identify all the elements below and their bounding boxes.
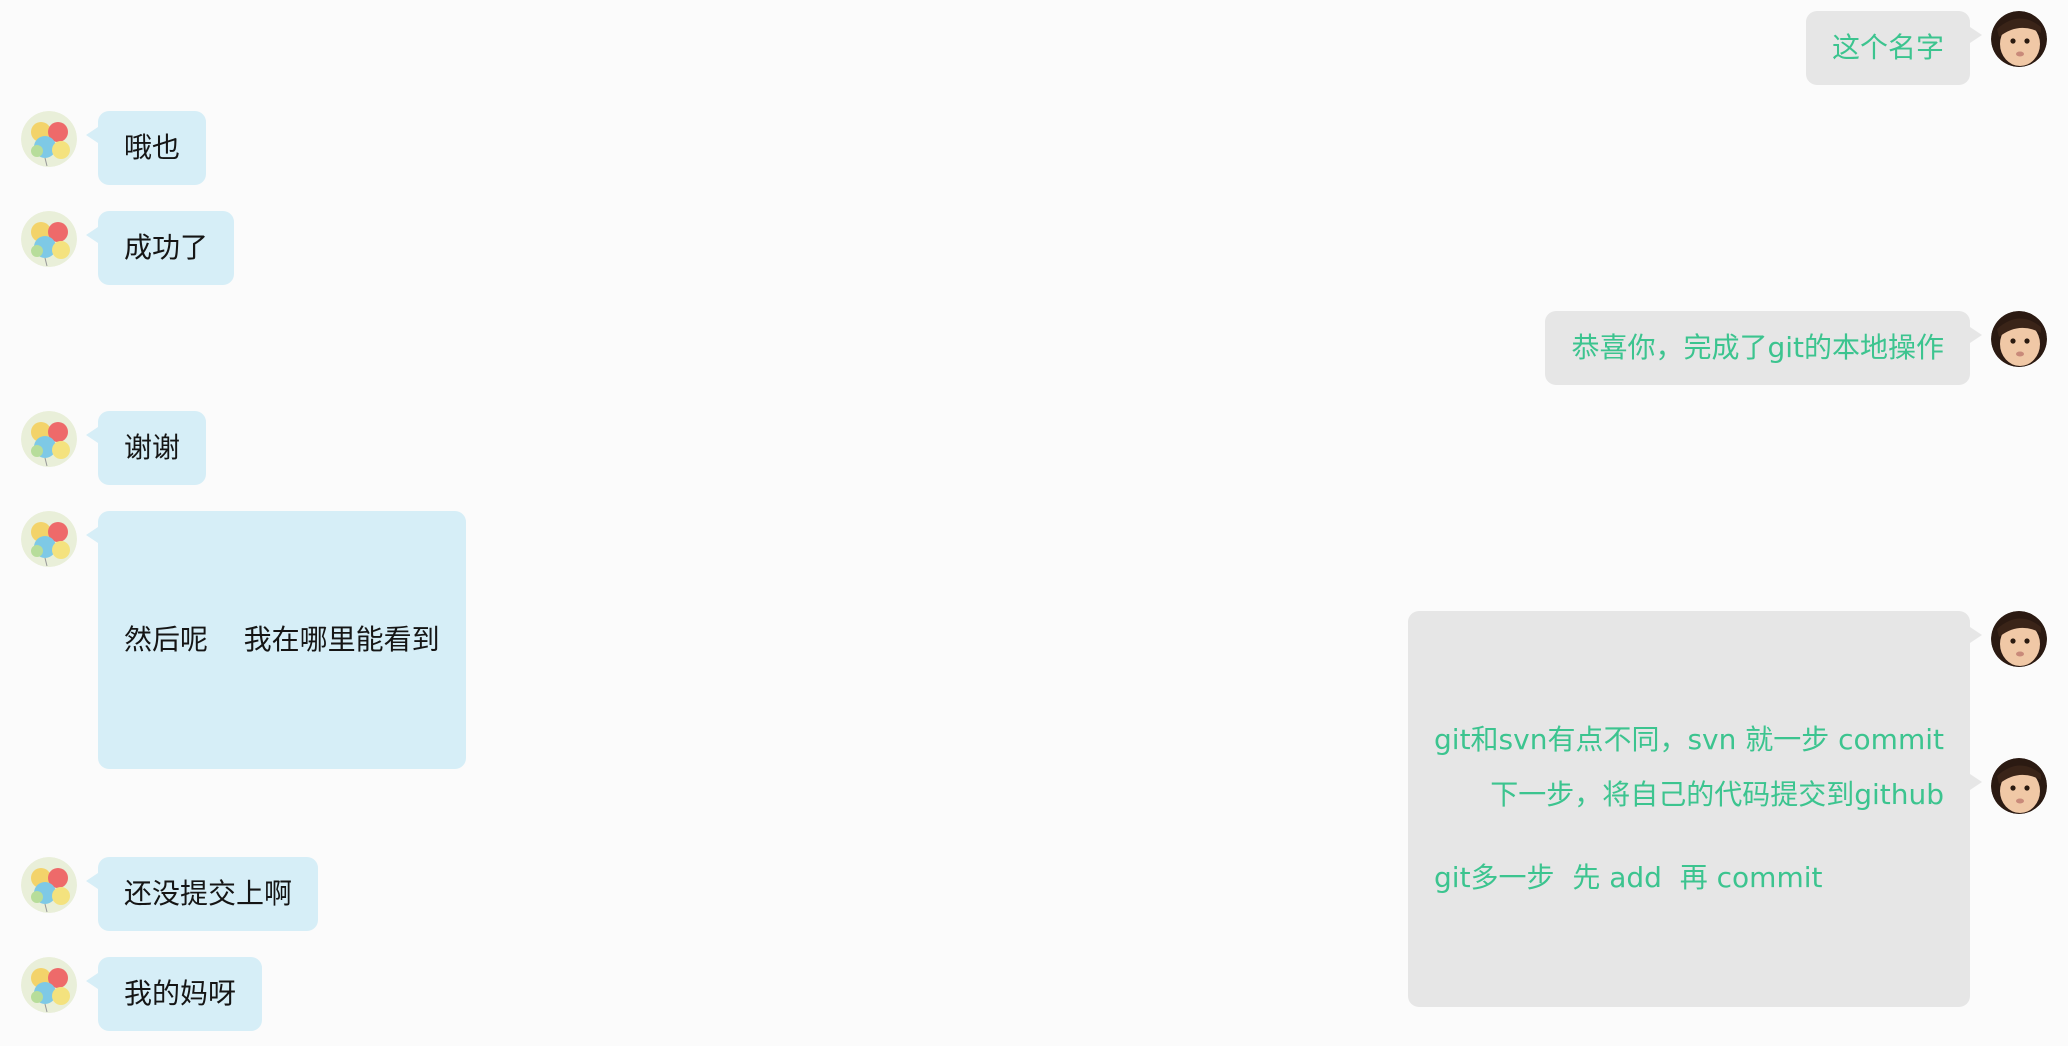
balloons-avatar-icon[interactable] — [21, 957, 77, 1013]
message-text: 下一步，将自己的代码提交到github — [1490, 778, 1944, 811]
message-bubble[interactable]: 哦也 — [85, 111, 207, 185]
message-text: 谢谢 — [124, 431, 181, 464]
message-text: 我的妈呀 — [124, 977, 237, 1010]
baby-face-avatar-icon[interactable] — [1991, 311, 2047, 367]
baby-face-avatar-icon[interactable] — [1991, 11, 2047, 67]
message-bubble[interactable]: 我的妈呀 — [85, 957, 263, 1031]
message-bubble[interactable]: 然后呢 我在哪里能看到 — [86, 511, 466, 769]
message-bubble[interactable]: 下一步，将自己的代码提交到github — [1464, 758, 1982, 832]
baby-face-avatar-icon[interactable] — [1991, 758, 2047, 814]
message-text: 哦也 — [124, 131, 181, 164]
balloons-avatar-icon[interactable] — [21, 111, 77, 167]
baby-face-avatar-icon[interactable] — [1991, 611, 2047, 667]
balloons-avatar-icon[interactable] — [21, 211, 77, 267]
balloons-avatar-icon[interactable] — [21, 857, 77, 913]
message-text: 然后呢 我在哪里能看到 — [124, 623, 440, 656]
message-text: 成功了 — [124, 231, 209, 264]
message-text-line-2: git多一步 先 add 再 commit — [1434, 861, 1823, 894]
balloons-avatar-icon[interactable] — [21, 511, 77, 567]
message-bubble[interactable]: 还没提交上啊 — [85, 857, 319, 931]
message-text: 恭喜你，完成了git的本地操作 — [1571, 331, 1944, 364]
message-text: 这个名字 — [1831, 31, 1944, 64]
balloons-avatar-icon[interactable] — [21, 411, 77, 467]
message-bubble[interactable]: 成功了 — [85, 211, 235, 285]
message-text: 还没提交上啊 — [124, 877, 293, 910]
message-bubble[interactable]: 谢谢 — [85, 411, 207, 485]
message-bubble[interactable]: 恭喜你，完成了git的本地操作 — [1545, 311, 1982, 385]
chat-message-list: 这个名字 哦也 成功了 恭喜你，完成了git的本地操作 谢谢 然后呢 我在哪里能… — [0, 0, 2068, 1046]
message-text-line-1: git和svn有点不同，svn 就一步 commit — [1434, 723, 1944, 756]
message-bubble[interactable]: 这个名字 — [1805, 11, 1983, 85]
